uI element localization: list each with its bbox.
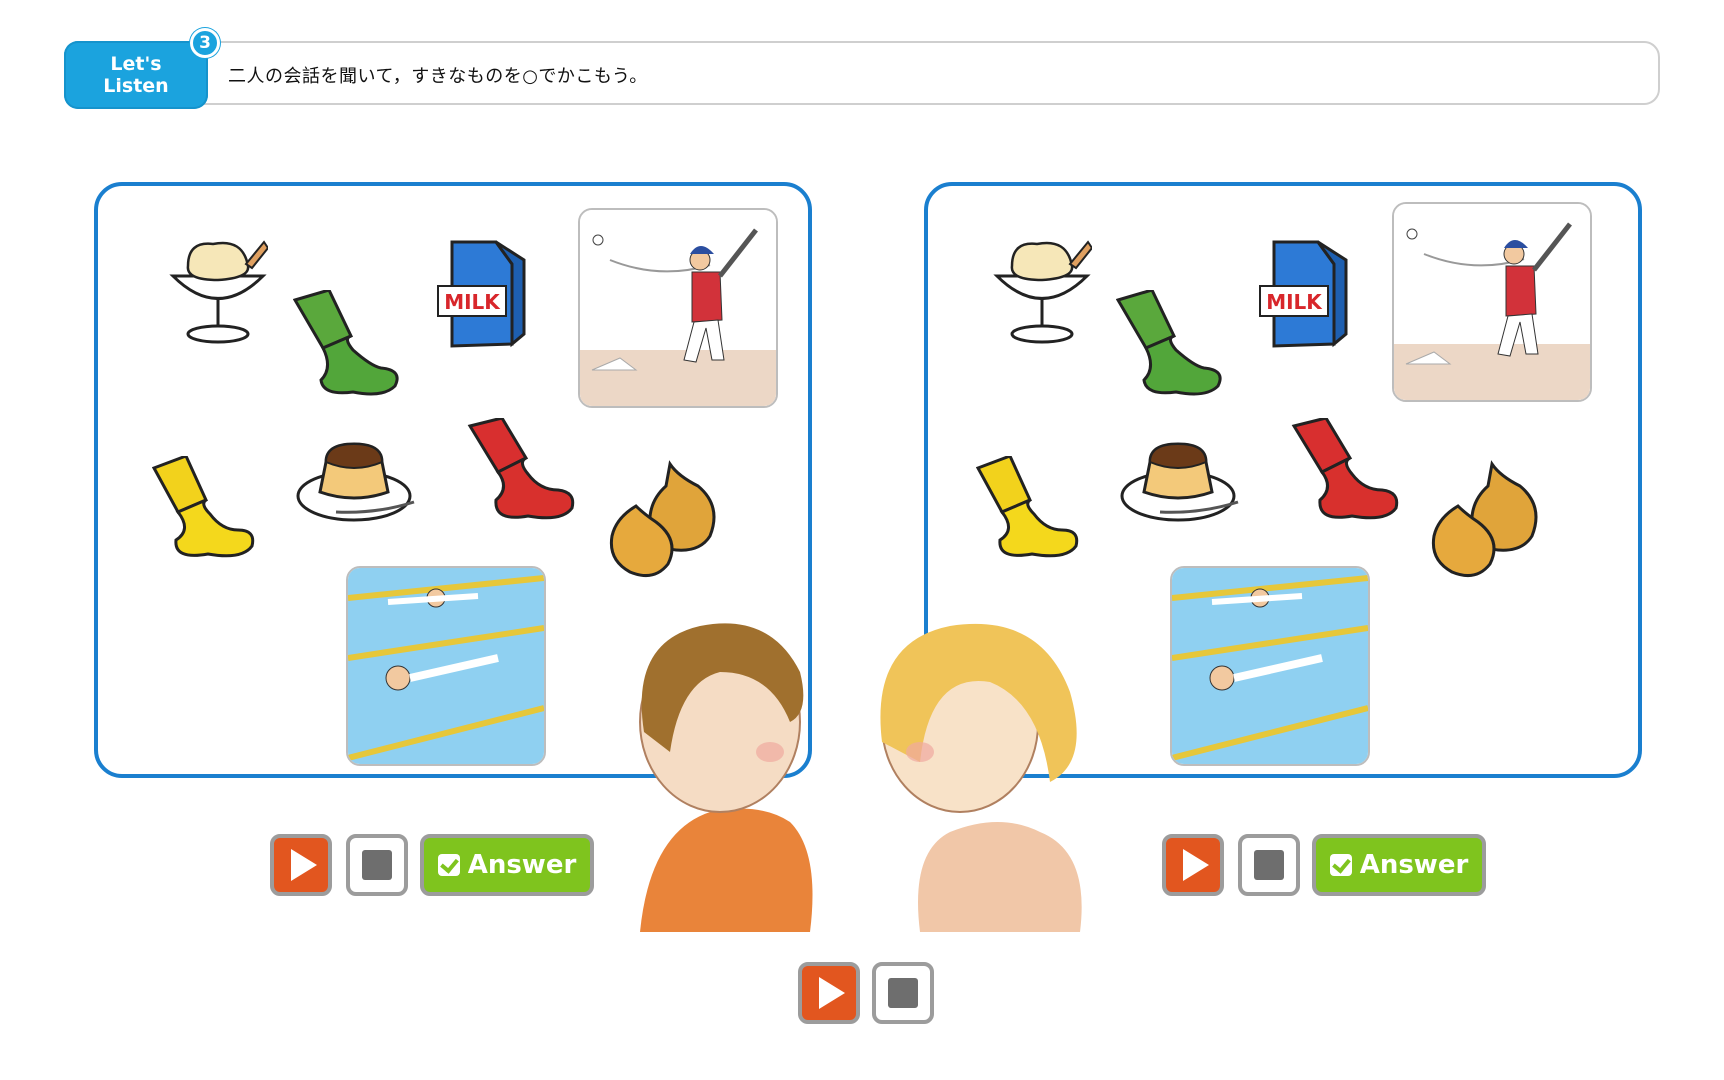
right-stop-button[interactable] [1238, 834, 1300, 896]
milk-icon[interactable]: MILK [1256, 234, 1352, 354]
baseball-picture[interactable] [1392, 202, 1592, 402]
instruction-text: 二人の会話を聞いて，すきなものを○でかこもう。 [228, 66, 648, 87]
yellow-paint-icon[interactable] [976, 456, 1086, 564]
answer-label: Answer [1359, 850, 1469, 880]
right-play-button[interactable] [1162, 834, 1224, 896]
swimming-picture[interactable] [346, 566, 546, 766]
main-play-button[interactable] [798, 962, 860, 1024]
play-icon [291, 849, 317, 881]
lets-listen-badge: Let's Listen [64, 41, 208, 109]
children-illustration [639, 623, 1082, 932]
onions-icon[interactable] [1428, 456, 1558, 586]
badge-line2: Listen [103, 75, 169, 97]
red-paint-icon[interactable] [466, 418, 582, 528]
svg-text:MILK: MILK [444, 290, 501, 314]
badge-line1: Let's [110, 53, 162, 75]
play-icon [1183, 849, 1209, 881]
left-play-button[interactable] [270, 834, 332, 896]
swimming-picture[interactable] [1170, 566, 1370, 766]
green-paint-icon[interactable] [293, 290, 403, 402]
yellow-paint-icon[interactable] [152, 456, 262, 564]
green-paint-icon[interactable] [1116, 290, 1226, 402]
milk-icon[interactable]: MILK [434, 234, 530, 354]
ice-cream-icon[interactable] [992, 236, 1092, 352]
left-stop-button[interactable] [346, 834, 408, 896]
answer-label: Answer [467, 850, 577, 880]
baseball-picture[interactable] [578, 208, 778, 408]
stop-icon [1254, 850, 1284, 880]
left-answer-button[interactable]: Answer [420, 834, 594, 896]
red-paint-icon[interactable] [1290, 418, 1406, 528]
pudding-icon[interactable] [296, 436, 416, 526]
ice-cream-icon[interactable] [168, 236, 268, 352]
checkbox-icon [437, 854, 460, 876]
stop-icon [888, 978, 918, 1008]
pudding-icon[interactable] [1120, 436, 1240, 526]
svg-text:MILK: MILK [1266, 290, 1323, 314]
checkbox-icon [1329, 854, 1352, 876]
activity-number-badge: 3 [190, 28, 220, 58]
stop-icon [362, 850, 392, 880]
right-answer-button[interactable]: Answer [1312, 834, 1486, 896]
play-icon [819, 977, 845, 1009]
onions-icon[interactable] [606, 456, 736, 586]
main-stop-button[interactable] [872, 962, 934, 1024]
